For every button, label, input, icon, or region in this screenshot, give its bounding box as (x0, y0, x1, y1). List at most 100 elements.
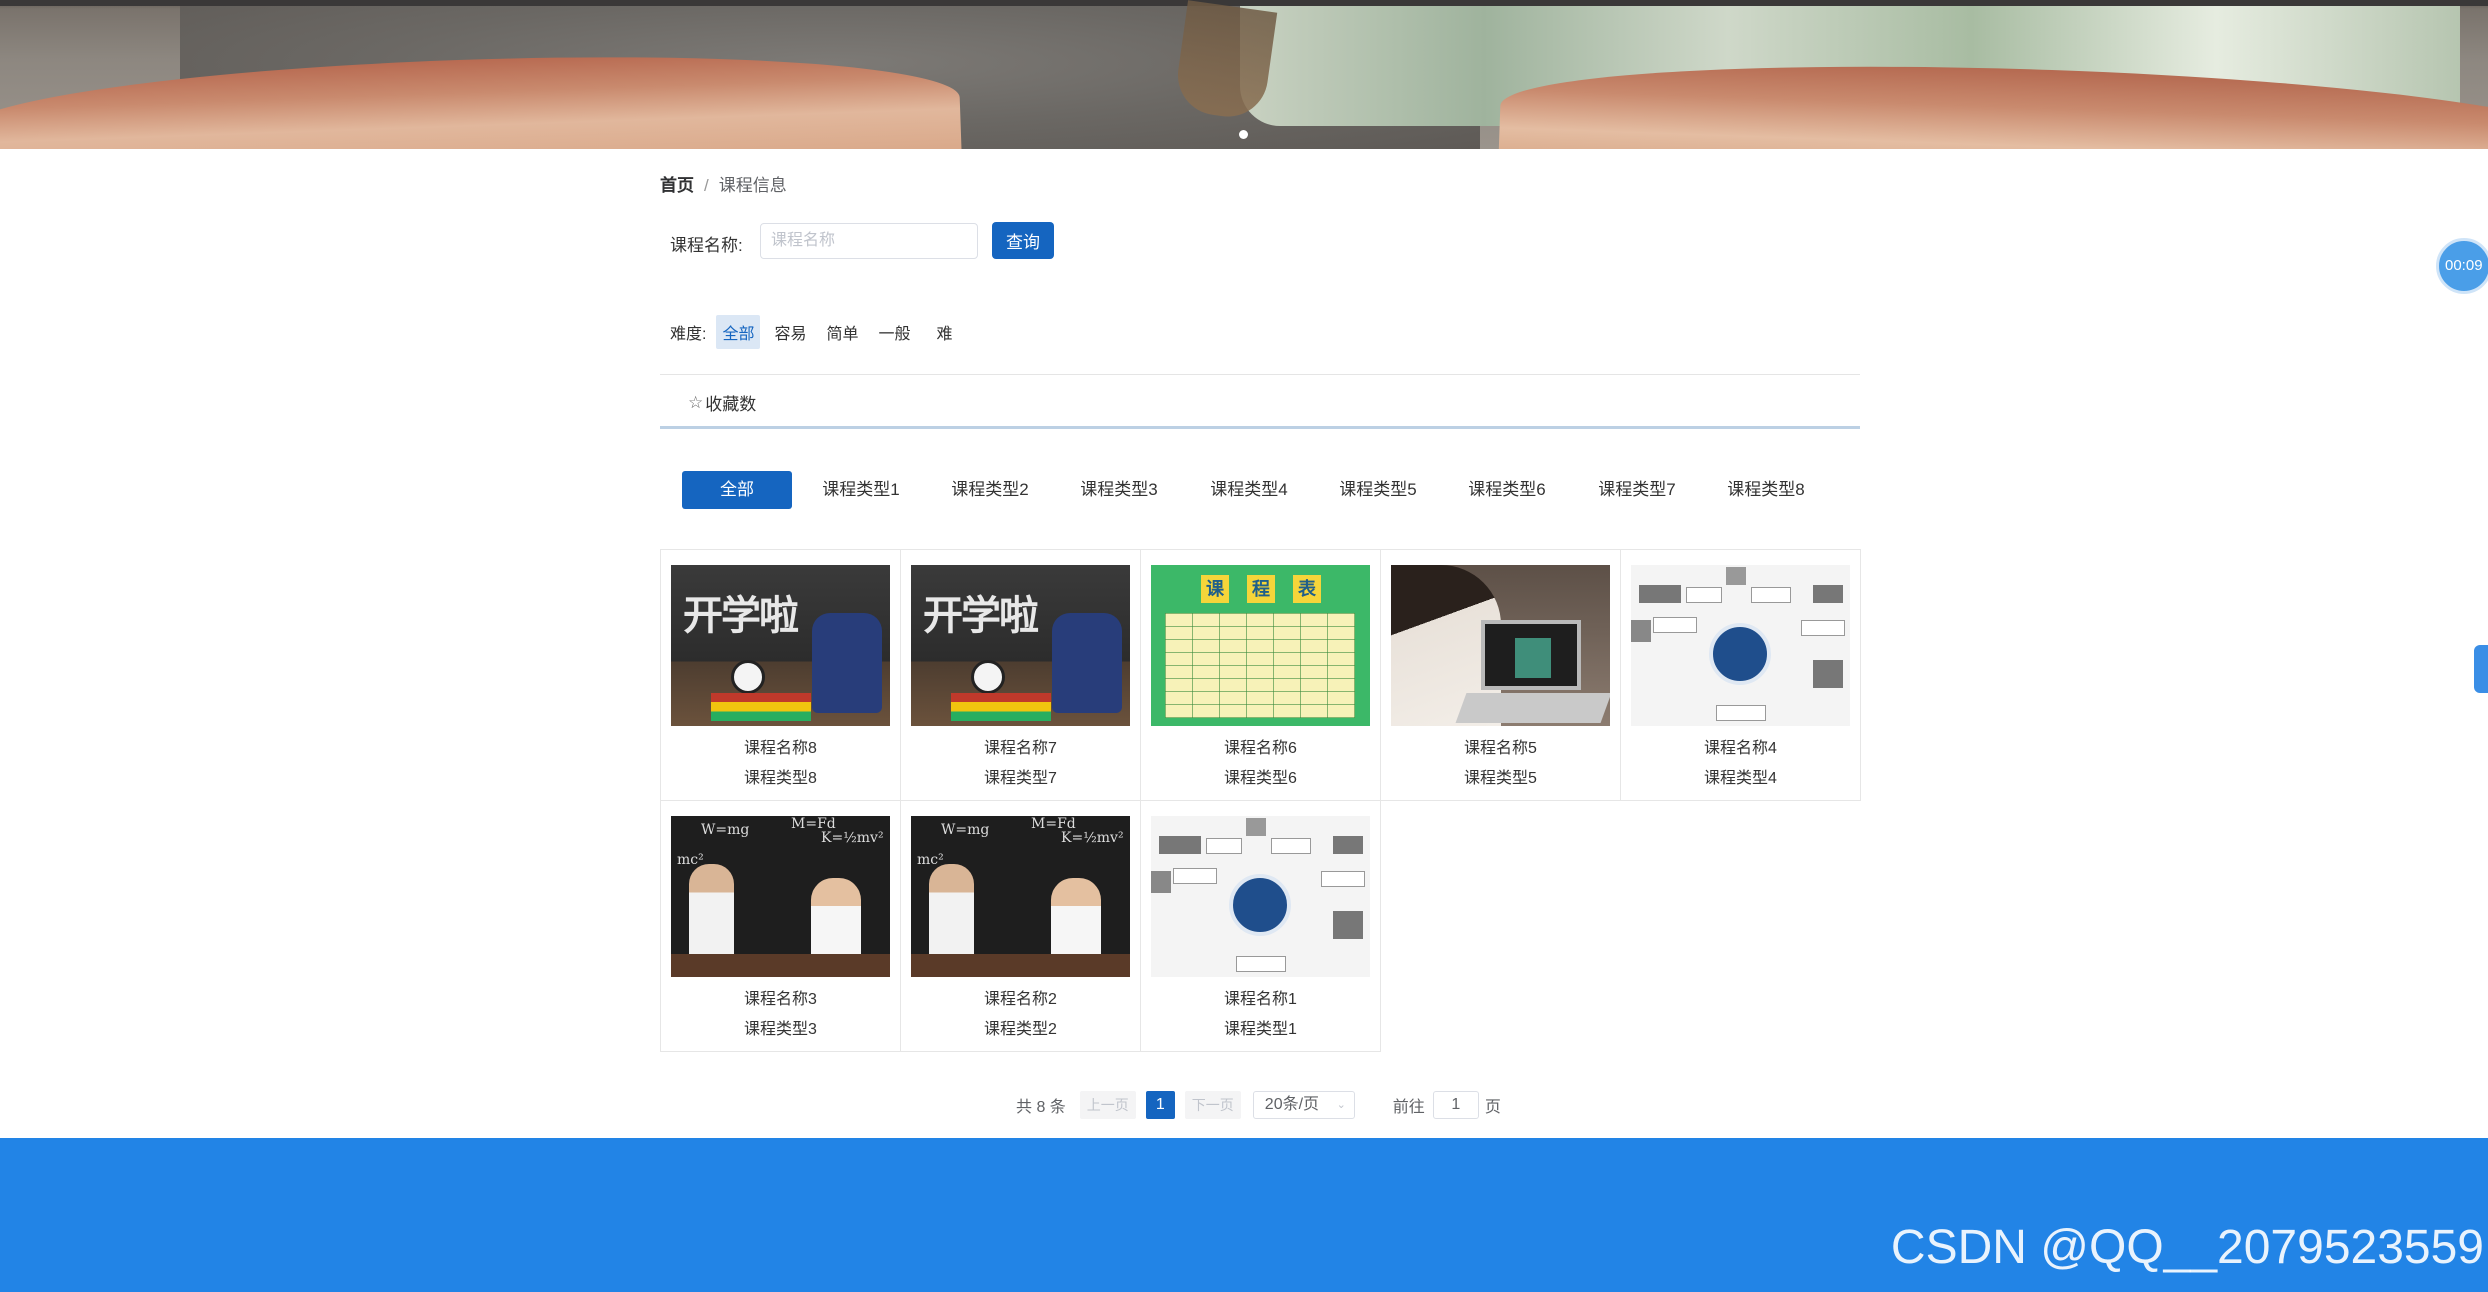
course-thumbnail[interactable]: W=mg K=½mv² M=Fd mc² (671, 816, 890, 977)
difficulty-option-simple[interactable]: 简单 (820, 315, 864, 349)
difficulty-option-easy[interactable]: 容易 (768, 315, 812, 349)
course-card[interactable]: 课 程 表 课程名称6 课程类型6 (1140, 549, 1381, 801)
carousel-indicator-dot[interactable] (1239, 130, 1248, 139)
diagram-photo (1813, 585, 1843, 603)
keyboard-graphic (1455, 693, 1610, 723)
course-type: 课程类型6 (1224, 770, 1297, 787)
breadcrumb-home[interactable]: 首页 (660, 176, 694, 195)
diagram-box (1236, 956, 1286, 972)
search-button[interactable]: 查询 (992, 222, 1054, 259)
course-thumbnail[interactable]: W=mg K=½mv² M=Fd mc² (911, 816, 1130, 977)
diagram-box (1686, 587, 1722, 603)
timetable-header: 课 程 表 (1201, 575, 1321, 603)
student-graphic (811, 878, 861, 958)
course-name[interactable]: 课程名称5 (1381, 734, 1620, 758)
floating-timer[interactable]: 00:09 (2436, 238, 2488, 294)
sort-by-favorites[interactable]: ☆ 收藏数 (688, 390, 756, 415)
type-tab-3[interactable]: 课程类型3 (1070, 471, 1168, 509)
star-outline-icon: ☆ (688, 392, 704, 412)
diagram-box (1653, 617, 1697, 633)
course-name-search-input[interactable] (760, 223, 978, 259)
course-thumbnail[interactable] (1391, 565, 1610, 726)
course-type: 课程类型4 (1704, 770, 1777, 787)
course-thumbnail[interactable] (1151, 816, 1370, 977)
hero-banner (0, 0, 2488, 149)
type-tab-6[interactable]: 课程类型6 (1458, 471, 1556, 509)
search-label: 课程名称: (670, 236, 743, 255)
course-name[interactable]: 课程名称1 (1141, 985, 1380, 1009)
course-name[interactable]: 课程名称6 (1141, 734, 1380, 758)
course-thumbnail[interactable]: 开学啦 (911, 565, 1130, 726)
timetable-grid (1165, 613, 1355, 718)
thumb-formula: K=½mv² (821, 830, 884, 846)
course-card[interactable]: 课程名称4 课程类型4 (1620, 549, 1861, 801)
prev-page-button[interactable]: 上一页 (1079, 1091, 1136, 1119)
type-tab-4[interactable]: 课程类型4 (1200, 471, 1298, 509)
goto-page-input[interactable]: 1 (1432, 1091, 1479, 1119)
type-tab-2[interactable]: 课程类型2 (941, 471, 1039, 509)
timetable-header-char: 程 (1247, 575, 1275, 603)
books-graphic (951, 693, 1051, 721)
page-number-1[interactable]: 1 (1145, 1091, 1175, 1119)
thumb-formula: W=mg (941, 822, 990, 838)
backpack-graphic (1052, 613, 1122, 713)
diagram-photo (1631, 620, 1651, 642)
page-size-value: 20条/页 (1264, 1096, 1320, 1113)
diagram-photo (1333, 911, 1363, 939)
difficulty-option-all[interactable]: 全部 (716, 315, 761, 349)
laptop-graphic (1481, 620, 1581, 690)
student-graphic (689, 864, 734, 959)
diagram-photo (1159, 836, 1201, 854)
course-thumbnail[interactable]: 课 程 表 (1151, 565, 1370, 726)
diagram-photo (1151, 871, 1171, 893)
difficulty-option-medium[interactable]: 一般 (873, 315, 917, 349)
course-thumbnail[interactable]: 开学啦 (671, 565, 890, 726)
type-tab-7[interactable]: 课程类型7 (1588, 471, 1686, 509)
course-type: 课程类型5 (1464, 770, 1537, 787)
diagram-box (1716, 705, 1766, 721)
type-tab-all[interactable]: 全部 (682, 471, 792, 509)
difficulty-filter: 难度: 全部 容易 简单 一般 难 (670, 315, 967, 349)
pagination: 共 8 条 上一页 1 下一页 20条/页 ⌄ 前往 1 页 (1016, 1090, 1501, 1120)
course-thumbnail[interactable] (1631, 565, 1850, 726)
diagram-photo (1246, 818, 1266, 836)
course-name[interactable]: 课程名称7 (901, 734, 1140, 758)
difficulty-option-hard[interactable]: 难 (931, 315, 959, 349)
diagram-photo (1813, 660, 1843, 688)
goto-unit: 页 (1484, 1099, 1501, 1116)
diagram-box (1321, 871, 1365, 887)
diagram-center-circle (1709, 623, 1771, 685)
diagram-box (1271, 838, 1311, 854)
diagram-box (1173, 868, 1217, 884)
type-tab-5[interactable]: 课程类型5 (1329, 471, 1427, 509)
sort-by-favorites-label: 收藏数 (705, 395, 757, 414)
course-card[interactable]: 课程名称5 课程类型5 (1380, 549, 1621, 801)
side-drawer-tab[interactable] (2474, 645, 2488, 693)
watermark: CSDN @QQ__2079523559 (1890, 1221, 2484, 1274)
course-card[interactable]: W=mg K=½mv² M=Fd mc² 课程名称2 课程类型2 (900, 800, 1141, 1052)
student-graphic (1051, 878, 1101, 958)
course-type: 课程类型2 (984, 1021, 1057, 1038)
course-name[interactable]: 课程名称3 (661, 985, 900, 1009)
next-page-button[interactable]: 下一页 (1184, 1091, 1241, 1119)
difficulty-label: 难度: (670, 326, 707, 343)
course-type: 课程类型3 (744, 1021, 817, 1038)
course-card[interactable]: W=mg K=½mv² M=Fd mc² 课程名称3 课程类型3 (660, 800, 901, 1052)
goto-label: 前往 (1392, 1099, 1425, 1116)
backpack-graphic (812, 613, 882, 713)
course-card[interactable]: 课程名称1 课程类型1 (1140, 800, 1381, 1052)
course-card[interactable]: 开学啦 课程名称7 课程类型7 (900, 549, 1141, 801)
diagram-box (1206, 838, 1242, 854)
type-tab-1[interactable]: 课程类型1 (812, 471, 910, 509)
course-card[interactable]: 开学啦 课程名称8 课程类型8 (660, 549, 901, 801)
page-size-select[interactable]: 20条/页 ⌄ (1252, 1091, 1355, 1119)
course-name[interactable]: 课程名称8 (661, 734, 900, 758)
books-graphic (711, 693, 811, 721)
thumb-formula: W=mg (701, 822, 750, 838)
course-name[interactable]: 课程名称2 (901, 985, 1140, 1009)
course-type: 课程类型1 (1224, 1021, 1297, 1038)
type-tab-8[interactable]: 课程类型8 (1717, 471, 1815, 509)
diagram-box (1801, 620, 1845, 636)
alarm-clock-graphic (731, 660, 765, 694)
course-name[interactable]: 课程名称4 (1621, 734, 1860, 758)
